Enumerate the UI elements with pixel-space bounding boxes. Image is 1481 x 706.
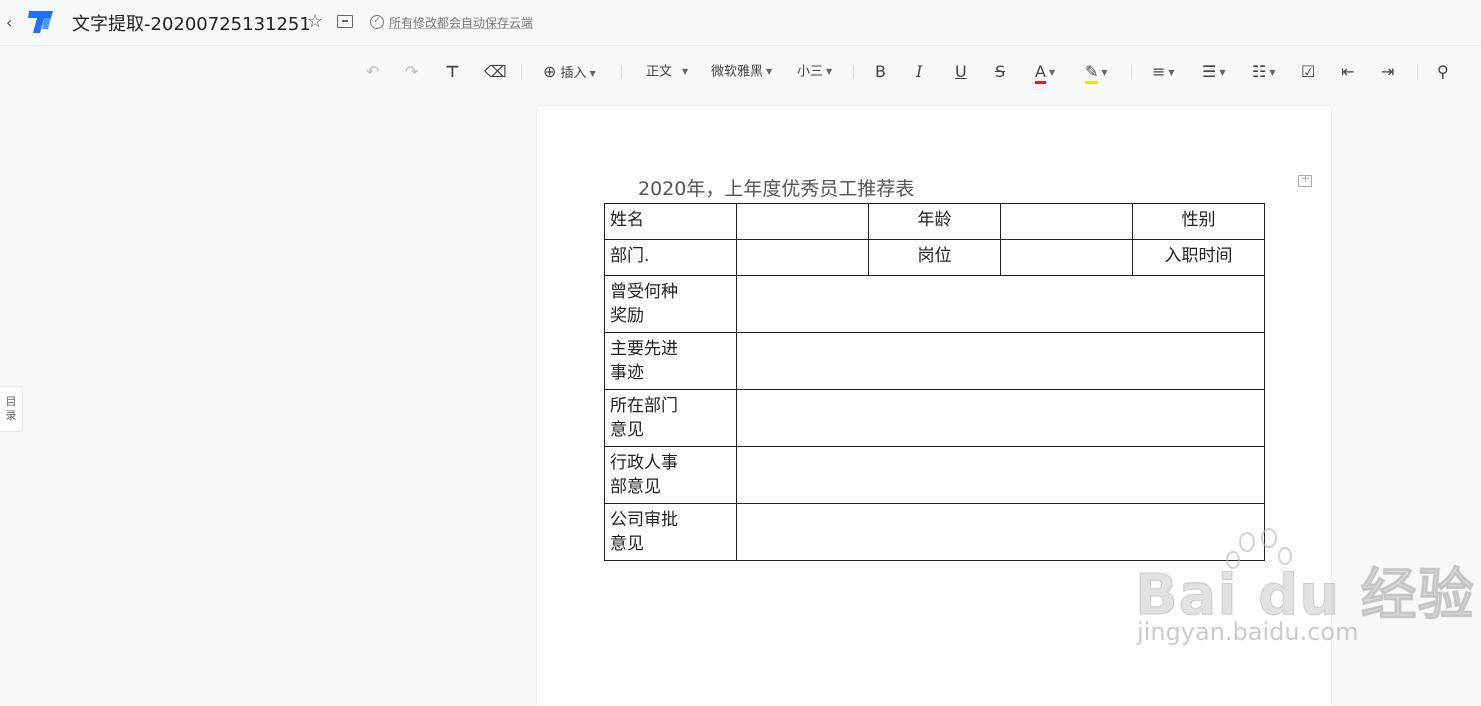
table-cell[interactable]: 行政人事 部意见 xyxy=(604,446,737,504)
table-cell[interactable] xyxy=(736,239,869,276)
format-toolbar: ↶ ↷ ⊤ ⌫ ⊕ 插入 ▼ 正文 ▼ 微软雅黑 ▼ 小三 ▼ B I U S A ▼ ✎… xyxy=(0,56,1481,88)
table-cell[interactable]: 所在部门 意见 xyxy=(604,389,737,447)
redo-icon[interactable]: ↷ xyxy=(405,60,418,84)
toc-label: 录 xyxy=(5,409,17,422)
table-row: 部门. 岗位 入职时间 xyxy=(604,239,1265,276)
row-label: 公司审批 xyxy=(610,510,678,530)
font-color-icon: A xyxy=(1035,63,1046,84)
table-cell[interactable] xyxy=(1000,203,1133,240)
row-label: 事迹 xyxy=(610,363,644,383)
align-icon: ≡ xyxy=(1152,62,1166,81)
toolbar-divider xyxy=(621,65,622,79)
highlight-color-button[interactable]: ✎ ▼ xyxy=(1085,60,1108,84)
font-size-label: 小三 xyxy=(797,64,824,80)
search-icon[interactable]: ⚲ xyxy=(1437,60,1449,84)
table-cell[interactable] xyxy=(736,503,1265,561)
toolbar-divider xyxy=(853,65,854,79)
table-cell[interactable]: 部门. xyxy=(604,239,737,276)
format-painter-icon[interactable]: ⊤ xyxy=(445,60,460,84)
table-cell[interactable]: 性别 xyxy=(1132,203,1265,240)
add-circle-icon: ⊕ xyxy=(543,62,557,81)
recommendation-table: 姓名 年龄 性别 部门. 岗位 入职时间 曾受何种奖励 主要先进事迹 所在部门意… xyxy=(604,203,1265,561)
table-cell[interactable] xyxy=(736,203,869,240)
cloud-saved-icon: ✓ xyxy=(370,15,384,29)
document-title[interactable]: 文字提取-20200725131251 xyxy=(72,10,311,36)
app-logo-icon xyxy=(28,11,53,33)
chevron-down-icon: ▼ xyxy=(1168,67,1175,77)
table-cell[interactable] xyxy=(736,275,1265,333)
undo-icon[interactable]: ↶ xyxy=(366,60,379,84)
chevron-down-icon: ▼ xyxy=(826,67,833,76)
table-cell[interactable]: 主要先进 事迹 xyxy=(604,332,737,390)
chevron-down-icon: ▼ xyxy=(682,67,689,76)
paragraph-style-select[interactable]: 正文 ▼ xyxy=(646,60,688,84)
table-cell[interactable] xyxy=(736,446,1265,504)
chevron-down-icon: ▼ xyxy=(1048,67,1056,77)
table-row: 所在部门 意见 xyxy=(604,389,1265,447)
insert-menu-button[interactable]: ⊕ 插入 ▼ xyxy=(543,60,596,84)
table-row: 公司审批 意见 xyxy=(604,503,1265,561)
toc-label: 目 xyxy=(5,395,17,408)
table-cell[interactable]: 岗位 xyxy=(868,239,1001,276)
font-color-button[interactable]: A ▼ xyxy=(1035,60,1055,84)
add-comment-icon[interactable] xyxy=(1298,172,1312,187)
table-row: 行政人事 部意见 xyxy=(604,446,1265,504)
table-cell[interactable]: 公司审批 意见 xyxy=(604,503,737,561)
row-label: 所在部门 xyxy=(610,396,678,416)
table-cell[interactable] xyxy=(736,389,1265,447)
table-row: 姓名 年龄 性别 xyxy=(604,203,1265,240)
row-label: 行政人事 xyxy=(610,453,678,473)
table-cell[interactable] xyxy=(736,332,1265,390)
chevron-down-icon: ▼ xyxy=(1219,67,1226,77)
table-cell[interactable]: 入职时间 xyxy=(1132,239,1265,276)
save-status-text: 所有修改都会自动保存云端 xyxy=(389,16,534,30)
checklist-icon[interactable]: ☑ xyxy=(1301,60,1315,84)
highlighter-icon: ✎ xyxy=(1085,63,1099,84)
strikethrough-icon[interactable]: S xyxy=(995,60,1005,84)
font-family-select[interactable]: 微软雅黑 ▼ xyxy=(711,60,772,84)
back-icon[interactable]: ‹ xyxy=(6,13,12,32)
chevron-down-icon: ▼ xyxy=(589,68,596,78)
bold-icon[interactable]: B xyxy=(875,60,886,84)
chevron-down-icon: ▼ xyxy=(1101,67,1108,77)
toolbar-divider xyxy=(1131,65,1132,79)
row-label: 奖励 xyxy=(610,306,644,326)
table-cell[interactable]: 曾受何种 奖励 xyxy=(604,275,737,333)
numbered-list-button[interactable]: ☷ ▼ xyxy=(1252,60,1276,84)
row-label: 主要先进 xyxy=(610,339,678,359)
bullet-list-icon: ☰ xyxy=(1202,62,1217,81)
toc-toggle-tab[interactable]: 目 录 xyxy=(0,386,23,432)
table-cell[interactable]: 年龄 xyxy=(868,203,1001,240)
underline-icon[interactable]: U xyxy=(955,60,967,84)
clear-format-icon[interactable]: ⌫ xyxy=(484,60,507,84)
star-icon[interactable]: ☆ xyxy=(307,11,323,32)
bullet-list-button[interactable]: ☰ ▼ xyxy=(1202,60,1226,84)
row-label: 曾受何种 xyxy=(610,282,678,302)
paragraph-style-label: 正文 xyxy=(646,64,673,80)
increase-indent-icon[interactable]: ⇥ xyxy=(1381,60,1394,84)
table-cell[interactable] xyxy=(1000,239,1133,276)
chevron-down-icon: ▼ xyxy=(766,67,773,76)
numbered-list-icon: ☷ xyxy=(1252,62,1267,81)
move-to-folder-icon[interactable] xyxy=(337,15,353,28)
top-bar: ‹ 文字提取-20200725131251 ☆ ✓ 所有修改都会自动保存云端 xyxy=(0,0,1481,46)
table-row: 主要先进 事迹 xyxy=(604,332,1265,390)
italic-icon[interactable]: I xyxy=(916,60,922,84)
table-row: 曾受何种 奖励 xyxy=(604,275,1265,333)
chevron-down-icon: ▼ xyxy=(1269,67,1276,77)
insert-label: 插入 xyxy=(560,66,587,81)
font-size-select[interactable]: 小三 ▼ xyxy=(797,60,832,84)
align-button[interactable]: ≡ ▼ xyxy=(1152,60,1175,84)
row-label: 意见 xyxy=(610,534,644,554)
decrease-indent-icon[interactable]: ⇤ xyxy=(1341,60,1354,84)
document-page[interactable]: 2020年，上年度优秀员工推荐表 姓名 年龄 性别 部门. 岗位 入职时间 曾受… xyxy=(537,106,1331,706)
row-label: 部意见 xyxy=(610,477,661,497)
toolbar-divider xyxy=(521,65,522,79)
toolbar-divider xyxy=(1417,65,1418,79)
row-label: 意见 xyxy=(610,420,644,440)
table-title[interactable]: 2020年，上年度优秀员工推荐表 xyxy=(638,174,914,201)
table-cell[interactable]: 姓名 xyxy=(604,203,737,240)
font-family-label: 微软雅黑 xyxy=(711,64,764,80)
